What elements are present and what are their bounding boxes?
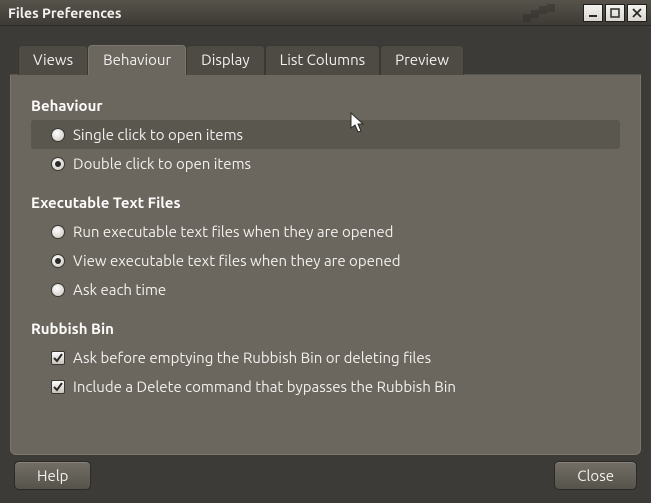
- option-label: Include a Delete command that bypasses t…: [73, 376, 456, 397]
- section-behaviour-title: Behaviour: [31, 97, 620, 114]
- behaviour-panel: Behaviour Single click to open items Dou…: [10, 75, 641, 455]
- footer: Help Close: [0, 457, 651, 503]
- minimize-button[interactable]: [583, 4, 603, 22]
- radio-icon: [51, 128, 65, 142]
- tab-behaviour[interactable]: Behaviour: [88, 45, 186, 75]
- window-title: Files Preferences: [8, 5, 519, 21]
- checkbox-icon: [51, 351, 65, 365]
- option-exec-run[interactable]: Run executable text files when they are …: [31, 217, 620, 246]
- option-label: Ask before emptying the Rubbish Bin or d…: [73, 347, 431, 368]
- maximize-button[interactable]: [605, 4, 625, 22]
- close-button[interactable]: [627, 4, 647, 22]
- tab-list-columns[interactable]: List Columns: [265, 45, 381, 75]
- section-rubbish-title: Rubbish Bin: [31, 320, 620, 337]
- option-exec-ask[interactable]: Ask each time: [31, 275, 620, 304]
- option-single-click[interactable]: Single click to open items: [31, 120, 620, 149]
- titlebar-decoration: [523, 4, 583, 22]
- option-ask-empty[interactable]: Ask before emptying the Rubbish Bin or d…: [31, 343, 620, 372]
- option-label: Run executable text files when they are …: [73, 221, 393, 242]
- option-label: Ask each time: [73, 279, 166, 300]
- option-exec-view[interactable]: View executable text files when they are…: [31, 246, 620, 275]
- tab-display[interactable]: Display: [186, 45, 264, 75]
- option-label: Single click to open items: [73, 124, 243, 145]
- content-area: Views Behaviour Display List Columns Pre…: [0, 26, 651, 455]
- checkbox-icon: [51, 380, 65, 394]
- option-double-click[interactable]: Double click to open items: [31, 149, 620, 178]
- close-dialog-button[interactable]: Close: [554, 461, 637, 490]
- option-label: Double click to open items: [73, 153, 251, 174]
- radio-icon: [51, 225, 65, 239]
- tab-preview[interactable]: Preview: [380, 45, 464, 75]
- option-label: View executable text files when they are…: [73, 250, 401, 271]
- section-exec-title: Executable Text Files: [31, 194, 620, 211]
- help-button[interactable]: Help: [14, 461, 91, 490]
- titlebar[interactable]: Files Preferences: [0, 0, 651, 26]
- radio-icon: [51, 254, 65, 268]
- option-include-delete[interactable]: Include a Delete command that bypasses t…: [31, 372, 620, 401]
- tab-views[interactable]: Views: [18, 45, 88, 75]
- radio-icon: [51, 283, 65, 297]
- radio-icon: [51, 157, 65, 171]
- tab-bar: Views Behaviour Display List Columns Pre…: [10, 44, 641, 75]
